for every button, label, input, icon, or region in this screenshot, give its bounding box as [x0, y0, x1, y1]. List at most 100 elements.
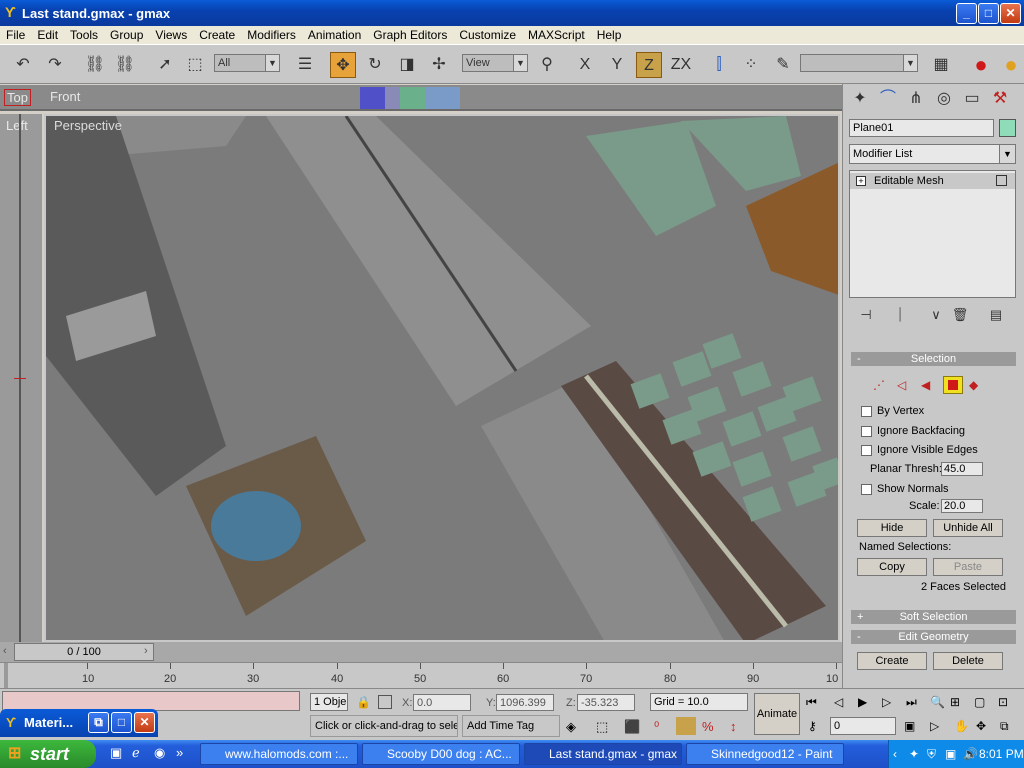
modify-tab-icon[interactable]: ⌒	[875, 86, 901, 112]
create-button[interactable]: Create	[857, 652, 927, 670]
align-icon[interactable]: ✎	[770, 52, 796, 78]
track-bar[interactable]: 10 20 30 40 50 60 70 80 90 10	[0, 662, 842, 689]
array-icon[interactable]: ⁘	[738, 52, 764, 78]
material-editor-minimized[interactable]: ϒ Materi... ⧉ □ ✕	[0, 709, 158, 737]
restrict-plane-button[interactable]: ZX	[668, 52, 694, 78]
task-gmax[interactable]: Last stand.gmax - gmax	[524, 743, 682, 765]
display-tab-icon[interactable]: ▭	[959, 86, 985, 112]
ignore-backfacing-checkbox[interactable]	[861, 426, 872, 437]
angle-snap-icon[interactable]	[676, 717, 696, 735]
select-and-rotate-icon[interactable]: ↻	[362, 52, 388, 78]
tray-network-icon[interactable]: ✦	[909, 740, 919, 768]
undo-icon[interactable]: ↶	[10, 52, 36, 78]
prev-frame-icon[interactable]: ‹	[3, 645, 7, 657]
viewport-label-front[interactable]: Front	[50, 89, 80, 104]
reference-coordinate-dropdown[interactable]: View ▼	[462, 54, 528, 72]
play-icon[interactable]: ▶	[858, 695, 867, 709]
menu-maxscript[interactable]: MAXScript	[522, 28, 591, 42]
scale-spinner[interactable]: 20.0	[941, 499, 983, 513]
menu-create[interactable]: Create	[193, 28, 241, 42]
menu-customize[interactable]: Customize	[453, 28, 522, 42]
copy-button[interactable]: Copy	[857, 558, 927, 576]
selection-filter-dropdown[interactable]: All ▼	[214, 54, 280, 72]
by-vertex-checkbox[interactable]	[861, 406, 872, 417]
isolate-icon[interactable]: ◈	[566, 719, 576, 735]
hide-button[interactable]: Hide	[857, 519, 927, 537]
start-button[interactable]: ⊞ start	[0, 740, 96, 768]
menu-help[interactable]: Help	[591, 28, 628, 42]
field-of-view-icon[interactable]: ▷	[930, 719, 939, 733]
named-selection-sets-dropdown[interactable]: ▼	[800, 54, 918, 72]
tray-app-icon[interactable]: ▣	[945, 740, 956, 768]
render-scene-icon[interactable]: ●	[968, 52, 994, 78]
tray-expand-icon[interactable]: ‹	[893, 740, 897, 768]
maximize-viewport-icon[interactable]: ⧉	[1000, 719, 1009, 734]
task-halomods[interactable]: www.halomods.com :...	[200, 743, 358, 765]
use-pivot-center-icon[interactable]: ✢	[426, 52, 452, 78]
go-to-end-icon[interactable]: ⏭	[906, 695, 917, 710]
quick-render-icon[interactable]: ●	[998, 52, 1024, 78]
tray-security-icon[interactable]: ⛨	[927, 740, 936, 768]
quick-launch-ie-icon[interactable]: ℯ	[132, 745, 140, 761]
y-coordinate-field[interactable]: 1096.399	[496, 694, 554, 711]
ignore-visible-edges-checkbox[interactable]	[861, 445, 872, 456]
restrict-z-button[interactable]: Z	[636, 52, 662, 78]
configure-modifier-sets-icon[interactable]: ▤	[983, 302, 1009, 328]
quick-launch-desktop-icon[interactable]: ▣	[110, 745, 122, 761]
stack-item-editable-mesh[interactable]: + Editable Mesh	[850, 173, 1015, 189]
schematic-view-icon[interactable]: ▦	[928, 52, 954, 78]
snap-3-icon[interactable]: ⁰	[654, 719, 659, 735]
maxscript-listener-mini[interactable]	[2, 691, 300, 711]
next-frame-icon[interactable]: ▷	[882, 695, 891, 709]
animate-button[interactable]: Animate	[754, 693, 800, 735]
menu-views[interactable]: Views	[149, 28, 193, 42]
edge-subobject-icon[interactable]: ◁	[897, 378, 906, 392]
viewport-label-left[interactable]: Left	[6, 118, 28, 133]
mirror-icon[interactable]: ⫿	[706, 52, 732, 78]
soft-selection-rollout-header[interactable]: + Soft Selection	[851, 610, 1016, 624]
key-mode-icon[interactable]: ⚷	[808, 719, 817, 733]
close-button[interactable]: ✕	[1000, 3, 1021, 24]
task-paint[interactable]: Skinnedgood12 - Paint	[686, 743, 844, 765]
snap-toggle-icon[interactable]: ⬛	[624, 719, 640, 735]
stack-toggle-icon[interactable]	[996, 175, 1007, 186]
menu-modifiers[interactable]: Modifiers	[241, 28, 302, 42]
tray-volume-icon[interactable]: 🔊	[963, 740, 978, 768]
unhide-all-button[interactable]: Unhide All	[933, 519, 1003, 537]
menu-file[interactable]: File	[0, 28, 31, 42]
spinner-snap-icon[interactable]: ↕	[730, 719, 737, 734]
edit-geometry-rollout-header[interactable]: - Edit Geometry	[851, 630, 1016, 644]
zoom-all-icon[interactable]: ⊞	[950, 695, 960, 709]
vertex-subobject-icon[interactable]: ⋰	[873, 378, 885, 392]
menu-tools[interactable]: Tools	[64, 28, 104, 42]
restore-button[interactable]: ⧉	[88, 712, 109, 733]
rectangular-selection-icon[interactable]: ⬚	[182, 52, 208, 78]
viewport-label-perspective[interactable]: Perspective	[54, 118, 122, 133]
percent-snap-icon[interactable]: %	[702, 719, 714, 734]
go-to-start-icon[interactable]: ⏮	[806, 695, 817, 710]
paste-button[interactable]: Paste	[933, 558, 1003, 576]
pin-stack-icon[interactable]: ⊣	[853, 302, 879, 328]
element-subobject-icon[interactable]: ◆	[969, 378, 978, 392]
zoom-icon[interactable]: 🔍	[930, 695, 945, 709]
pan-icon[interactable]: ✋	[954, 719, 969, 733]
remove-modifier-icon[interactable]: 🗑	[947, 302, 973, 328]
previous-frame-icon[interactable]: ◁	[834, 695, 843, 709]
close-button[interactable]: ✕	[134, 712, 155, 733]
modifier-list-dropdown[interactable]: Modifier List ▼	[849, 144, 1016, 164]
redo-icon[interactable]: ↷	[42, 52, 68, 78]
select-object-icon[interactable]: ➚	[152, 52, 178, 78]
time-slider-thumb[interactable]: 0 / 100	[14, 643, 154, 661]
zoom-extents-all-icon[interactable]: ⊡	[998, 695, 1008, 709]
restrict-x-button[interactable]: X	[572, 52, 598, 78]
x-coordinate-field[interactable]: 0.0	[413, 694, 471, 711]
zoom-extents-icon[interactable]: ▢	[974, 695, 985, 709]
quick-launch-media-icon[interactable]: ◉	[154, 745, 165, 761]
unlink-selection-icon[interactable]: ⛓	[112, 52, 138, 78]
maximize-button[interactable]: □	[111, 712, 132, 733]
z-coordinate-field[interactable]: -35.323	[577, 694, 635, 711]
utilities-tab-icon[interactable]: ⚒	[987, 86, 1013, 112]
make-unique-icon[interactable]: ∨	[923, 302, 949, 328]
select-by-name-icon[interactable]: ☰	[292, 52, 318, 78]
perspective-viewport[interactable]: Perspective	[44, 114, 840, 642]
